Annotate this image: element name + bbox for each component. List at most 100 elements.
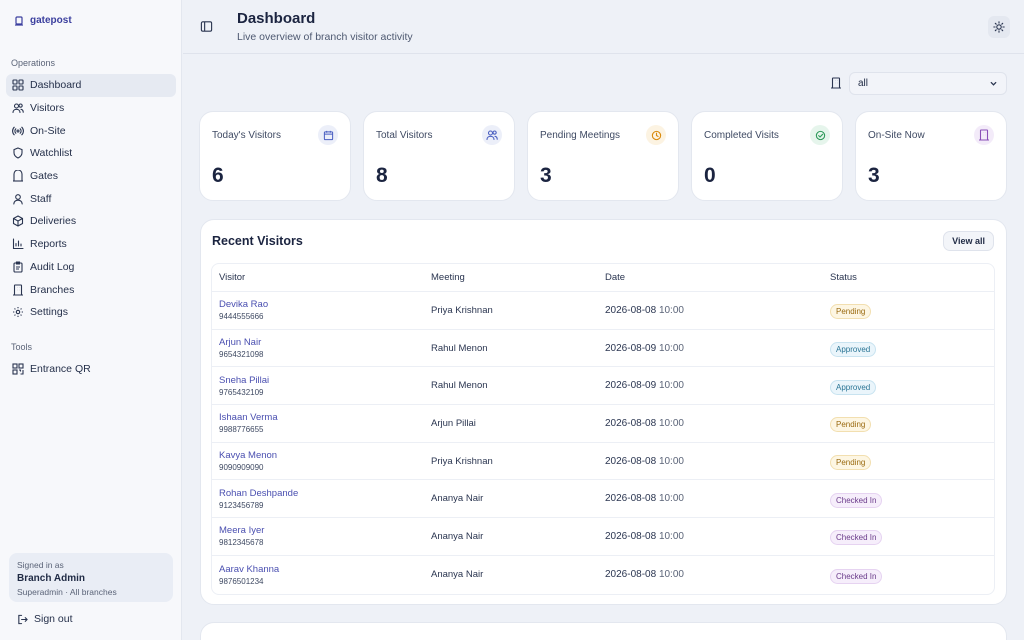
sidebar-toggle-icon[interactable] <box>200 20 214 34</box>
sidebar-item-reports[interactable]: Reports <box>6 233 176 256</box>
visitor-phone: 9654321098 <box>219 350 264 360</box>
visitor-name-link[interactable]: Rohan Deshpande <box>219 488 431 499</box>
sidebar-item-gates[interactable]: Gates <box>6 165 176 188</box>
sign-out-button[interactable]: Sign out <box>17 613 73 625</box>
view-all-button[interactable]: View all <box>943 231 994 251</box>
visitor-cell: Kavya Menon 9090909090 <box>212 450 431 472</box>
column-header-date[interactable]: Date <box>605 272 830 283</box>
visit-date: 2026-08-08 <box>605 304 657 316</box>
visit-date: 2026-08-08 <box>605 530 657 542</box>
status-cell: Pending <box>830 452 994 471</box>
sidebar-item-watchlist[interactable]: Watchlist <box>6 142 176 165</box>
stat-card-today-s-visitors: Today's Visitors 6 <box>199 111 351 201</box>
status-cell: Pending <box>830 414 994 433</box>
user-card: Signed in as Branch Admin Superadmin · A… <box>9 553 173 602</box>
page-title: Dashboard <box>237 10 316 27</box>
visitor-cell: Aarav Khanna 9876501234 <box>212 564 431 586</box>
stat-value: 0 <box>704 164 716 187</box>
sidebar-item-dashboard[interactable]: Dashboard <box>6 74 176 97</box>
visitor-cell: Devika Rao 9444555666 <box>212 299 431 321</box>
recent-visitors-panel: Recent Visitors View all Visitor Meeting… <box>200 219 1007 605</box>
visitor-phone: 9988776655 <box>219 425 264 435</box>
sidebar-item-settings[interactable]: Settings <box>6 301 176 324</box>
column-header-meeting[interactable]: Meeting <box>431 272 605 283</box>
visitor-phone: 9090909090 <box>219 463 264 473</box>
status-badge: Pending <box>830 304 872 320</box>
meeting-cell: Rahul Menon <box>431 342 488 354</box>
theme-toggle-button[interactable] <box>988 16 1010 38</box>
column-header-status[interactable]: Status <box>830 272 994 283</box>
check-circle-icon <box>810 125 830 145</box>
qr-icon <box>12 363 24 375</box>
calendar-icon <box>318 125 338 145</box>
branch-building-icon <box>830 77 842 89</box>
status-cell: Checked In <box>830 490 994 508</box>
date-cell: 2026-08-08 10:00 <box>605 305 830 316</box>
sidebar-item-label: Reports <box>30 238 67 251</box>
meeting-cell: Ananya Nair <box>431 493 484 505</box>
meeting-cell: Arjun Pillai <box>431 417 476 429</box>
top-header: Dashboard Live overview of branch visito… <box>183 0 1024 54</box>
sidebar-item-label: Watchlist <box>30 147 73 160</box>
meeting-cell: Ananya Nair <box>431 530 484 542</box>
table-row: Meera Iyer 9812345678 Ananya Nair 2026-08-0… <box>212 518 994 556</box>
signed-in-label: Signed in as <box>17 560 64 570</box>
sidebar: gatepost Operations Dashboard Visitors On-… <box>0 0 182 640</box>
visitor-cell: Ishaan Verma 9988776655 <box>212 412 431 434</box>
sidebar-item-on-site[interactable]: On-Site <box>6 119 176 142</box>
date-cell: 2026-08-08 10:00 <box>605 569 830 580</box>
sidebar-item-entrance-qr[interactable]: Entrance QR <box>6 358 176 381</box>
section-label-operations: Operations <box>11 58 56 68</box>
meeting-cell: Priya Krishnan <box>431 455 493 467</box>
stat-label: Completed Visits <box>704 130 779 141</box>
branch-select[interactable]: all <box>849 72 1007 95</box>
visitor-name-link[interactable]: Sneha Pillai <box>219 375 431 386</box>
visitor-name-link[interactable]: Aarav Khanna <box>219 564 431 575</box>
date-cell: 2026-08-08 10:00 <box>605 493 830 504</box>
visitor-phone: 9444555666 <box>219 312 264 322</box>
page-subtitle: Live overview of branch visitor activity <box>237 31 413 43</box>
brand[interactable]: gatepost <box>14 15 72 26</box>
stat-card-completed-visits: Completed Visits 0 <box>691 111 843 201</box>
visitor-phone: 9765432109 <box>219 387 264 397</box>
sidebar-item-label: Gates <box>30 170 59 183</box>
user-role: Superadmin · All branches <box>17 587 117 597</box>
visitor-cell: Meera Iyer 9812345678 <box>212 525 431 547</box>
sidebar-item-label: Branches <box>30 283 75 296</box>
sidebar-item-visitors[interactable]: Visitors <box>6 97 176 120</box>
building-icon <box>12 283 24 296</box>
dashboard-icon <box>12 79 24 91</box>
visitor-phone: 9812345678 <box>219 538 264 548</box>
bar-chart-icon <box>12 238 24 250</box>
visit-date: 2026-08-08 <box>605 455 657 467</box>
stat-card-total-visitors: Total Visitors 8 <box>363 111 515 201</box>
meeting-cell: Ananya Nair <box>431 569 484 581</box>
recent-visitors-title: Recent Visitors <box>212 234 303 248</box>
users-icon <box>482 125 502 145</box>
table-body: Devika Rao 9444555666 Priya Krishnan 2026-0… <box>212 292 994 594</box>
table-row: Arjun Nair 9654321098 Rahul Menon 2026-08-0… <box>212 330 994 368</box>
sidebar-item-label: Entrance QR <box>30 363 91 376</box>
sidebar-item-label: Visitors <box>30 102 65 115</box>
visitor-name-link[interactable]: Ishaan Verma <box>219 412 431 423</box>
sun-icon <box>993 21 1005 33</box>
column-header-visitor[interactable]: Visitor <box>212 272 431 283</box>
stat-card-on-site-now: On-Site Now 3 <box>855 111 1007 201</box>
visitor-name-link[interactable]: Arjun Nair <box>219 337 431 348</box>
table-row: Ishaan Verma 9988776655 Arjun Pillai 2026-0… <box>212 405 994 443</box>
sidebar-item-staff[interactable]: Staff <box>6 187 176 210</box>
section-label-tools: Tools <box>11 342 33 352</box>
sidebar-item-deliveries[interactable]: Deliveries <box>6 210 176 233</box>
sidebar-item-audit-log[interactable]: Audit Log <box>6 256 176 279</box>
clock-icon <box>646 125 666 145</box>
visitor-name-link[interactable]: Meera Iyer <box>219 525 431 536</box>
status-cell: Checked In <box>830 566 994 584</box>
stat-label: Today's Visitors <box>212 130 281 141</box>
visitor-name-link[interactable]: Devika Rao <box>219 299 431 310</box>
status-cell: Pending <box>830 301 994 320</box>
sign-out-icon <box>17 614 28 625</box>
table-row: Aarav Khanna 9876501234 Ananya Nair 2026-08… <box>212 556 994 594</box>
package-icon <box>12 215 24 228</box>
visitor-name-link[interactable]: Kavya Menon <box>219 450 431 461</box>
sidebar-item-branches[interactable]: Branches <box>6 278 176 301</box>
